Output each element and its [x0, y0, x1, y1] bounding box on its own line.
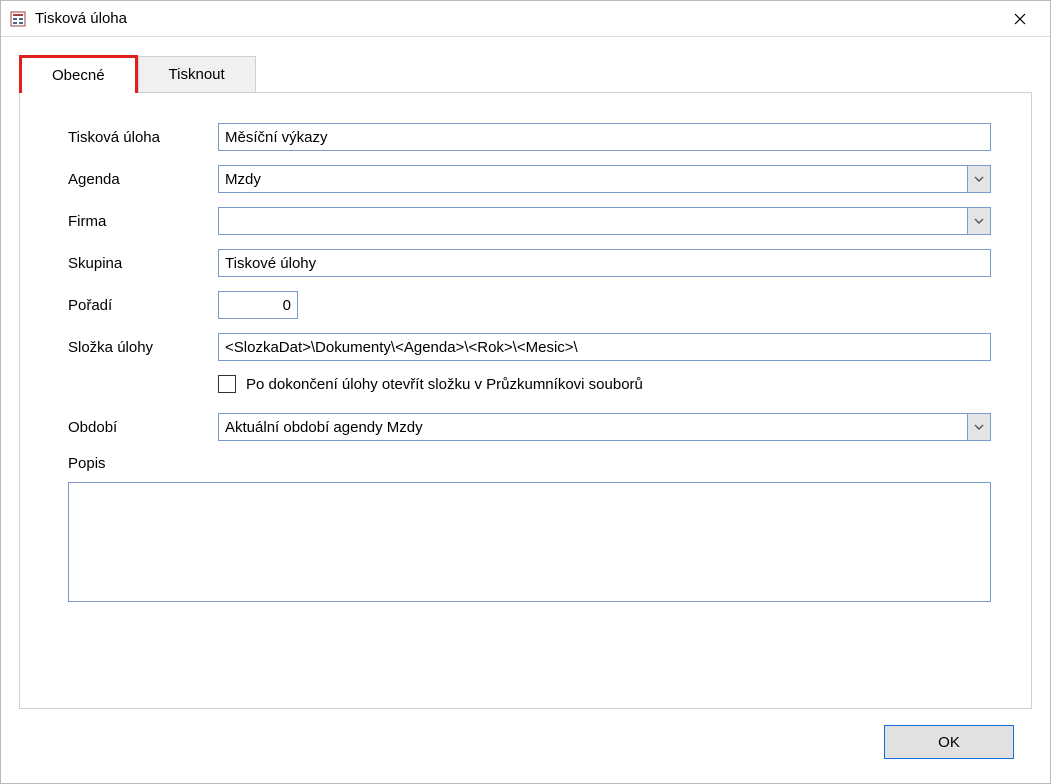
tab-general[interactable]: Obecné [19, 55, 138, 93]
period-dropdown-button[interactable] [967, 413, 991, 441]
row-folder: Složka úlohy [68, 333, 991, 361]
order-input[interactable] [218, 291, 298, 319]
form-icon [9, 10, 27, 28]
tabstrip: Obecné Tisknout [19, 55, 1032, 92]
tabpanel-general: Tisková úloha Agenda Firma [19, 92, 1032, 709]
row-openfolder: Po dokončení úlohy otevřít složku v Průz… [218, 375, 991, 393]
label-folder: Složka úlohy [68, 339, 218, 356]
company-input[interactable] [218, 207, 967, 235]
company-combo[interactable] [218, 207, 991, 235]
close-icon [1014, 13, 1026, 25]
openfolder-checkbox[interactable] [218, 375, 236, 393]
button-bar: OK [19, 709, 1032, 771]
dialog-content: Obecné Tisknout Tisková úloha Agenda [1, 37, 1050, 783]
close-button[interactable] [998, 5, 1042, 33]
task-input[interactable] [218, 123, 991, 151]
period-combo[interactable] [218, 413, 991, 441]
group-input[interactable] [218, 249, 991, 277]
row-period: Období [68, 413, 991, 441]
row-task: Tisková úloha [68, 123, 991, 151]
label-description: Popis [68, 455, 218, 472]
agenda-dropdown-button[interactable] [967, 165, 991, 193]
ok-button[interactable]: OK [884, 725, 1014, 759]
folder-input[interactable] [218, 333, 991, 361]
agenda-input[interactable] [218, 165, 967, 193]
label-openfolder: Po dokončení úlohy otevřít složku v Průz… [246, 376, 643, 393]
label-order: Pořadí [68, 297, 218, 314]
titlebar: Tisková úloha [1, 1, 1050, 37]
agenda-combo[interactable] [218, 165, 991, 193]
row-company: Firma [68, 207, 991, 235]
dialog-window: Tisková úloha Obecné Tisknout Tisková úl… [0, 0, 1051, 784]
label-group: Skupina [68, 255, 218, 272]
description-textarea[interactable] [68, 482, 991, 602]
label-task: Tisková úloha [68, 129, 218, 146]
tab-print[interactable]: Tisknout [138, 56, 256, 92]
row-description: Popis [68, 455, 991, 606]
period-input[interactable] [218, 413, 967, 441]
row-order: Pořadí [68, 291, 991, 319]
chevron-down-icon [974, 176, 984, 182]
label-agenda: Agenda [68, 171, 218, 188]
row-agenda: Agenda [68, 165, 991, 193]
row-group: Skupina [68, 249, 991, 277]
chevron-down-icon [974, 424, 984, 430]
window-title: Tisková úloha [35, 10, 998, 27]
label-company: Firma [68, 213, 218, 230]
company-dropdown-button[interactable] [967, 207, 991, 235]
label-period: Období [68, 419, 218, 436]
chevron-down-icon [974, 218, 984, 224]
